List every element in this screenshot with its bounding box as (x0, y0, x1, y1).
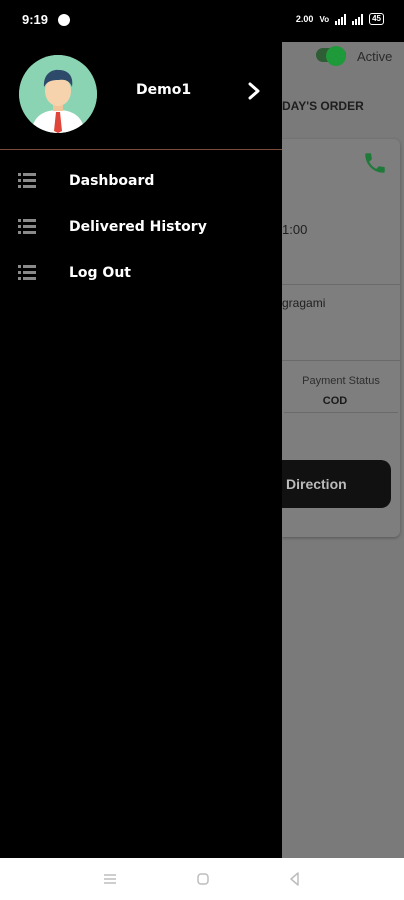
status-indicators: 2.00 Vo 45 (296, 13, 384, 25)
menu-item-dashboard[interactable]: Dashboard (0, 162, 282, 202)
profile-header[interactable]: Demo1 (0, 42, 282, 150)
whatsapp-icon (58, 14, 70, 26)
signal-icon (352, 13, 364, 25)
list-icon (18, 265, 36, 280)
signal-icon (335, 13, 347, 25)
payment-divider (284, 412, 398, 413)
system-nav-bar (0, 858, 404, 900)
order-time: 1:00 (282, 222, 308, 237)
tab-todays-order[interactable]: DAY'S ORDER (282, 99, 364, 113)
menu-label: Delivered History (69, 219, 207, 235)
battery-icon: 45 (369, 13, 384, 25)
payment-status-label: Payment Status (302, 375, 380, 387)
status-time: 9:19 (22, 12, 49, 27)
card-divider (282, 284, 400, 285)
list-icon (18, 219, 36, 234)
data-speed: 2.00 (295, 14, 314, 24)
menu-item-log-out[interactable]: Log Out (0, 254, 282, 294)
menu-label: Dashboard (69, 173, 155, 189)
menu-icon[interactable] (101, 870, 119, 888)
active-toggle-knob (326, 46, 346, 66)
volte-icon: Vo (319, 14, 330, 24)
menu-label: Log Out (69, 265, 131, 281)
active-label: Active (357, 49, 393, 64)
card-divider (282, 360, 400, 361)
chevron-right-icon[interactable] (244, 80, 264, 102)
list-icon (18, 173, 36, 188)
profile-name[interactable]: Demo1 (136, 82, 191, 98)
back-icon[interactable] (286, 870, 304, 888)
status-bar: 9:19 2.00 Vo 45 (0, 0, 404, 42)
home-icon[interactable] (194, 870, 212, 888)
phone-icon[interactable] (362, 150, 388, 176)
menu-item-delivered-history[interactable]: Delivered History (0, 208, 282, 248)
user-avatar-icon (19, 55, 97, 133)
avatar[interactable] (19, 55, 97, 133)
payment-status-value: COD (322, 395, 348, 407)
direction-button[interactable]: Direction (282, 460, 391, 508)
order-customer-name: gragami (282, 296, 326, 310)
navigation-drawer: Demo1 Dashboard Delivered History Log Ou… (0, 42, 282, 858)
